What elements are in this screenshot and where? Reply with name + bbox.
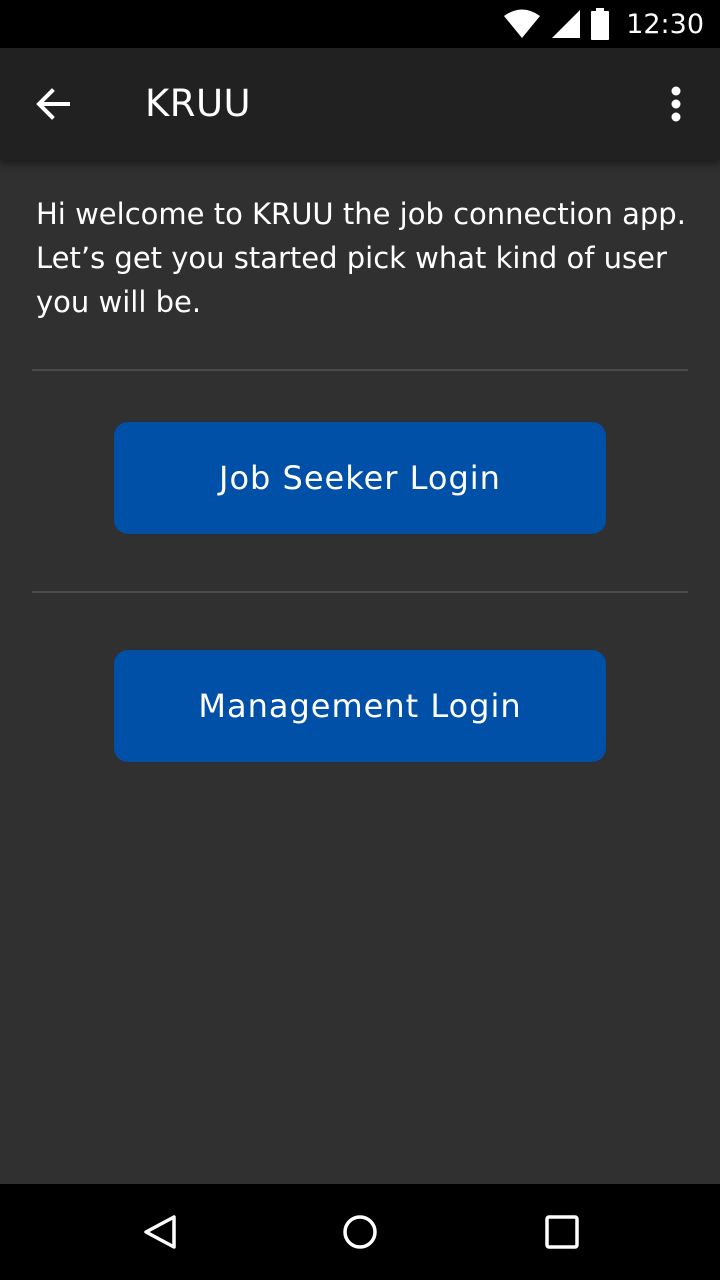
app-bar: KRUU bbox=[0, 48, 720, 160]
more-vert-icon bbox=[671, 86, 681, 122]
status-icons: 12:30 bbox=[504, 0, 704, 48]
battery-icon bbox=[591, 8, 610, 40]
back-triangle-icon bbox=[144, 1215, 176, 1249]
recents-square-icon bbox=[545, 1215, 579, 1249]
cell-signal-icon bbox=[552, 10, 581, 38]
divider bbox=[32, 591, 688, 593]
back-button[interactable] bbox=[24, 76, 80, 132]
nav-home-button[interactable] bbox=[330, 1202, 390, 1262]
management-login-button[interactable]: Management Login bbox=[114, 650, 606, 762]
divider bbox=[32, 369, 688, 371]
status-bar: 12:30 bbox=[0, 0, 720, 48]
arrow-back-icon bbox=[36, 88, 70, 120]
wifi-icon bbox=[504, 9, 541, 38]
overflow-menu-button[interactable] bbox=[656, 76, 696, 132]
status-time: 12:30 bbox=[626, 8, 704, 40]
navigation-bar bbox=[0, 1184, 720, 1280]
job-seeker-login-button[interactable]: Job Seeker Login bbox=[114, 422, 606, 534]
app-title: KRUU bbox=[145, 82, 252, 125]
nav-recents-button[interactable] bbox=[532, 1202, 592, 1262]
nav-back-button[interactable] bbox=[130, 1202, 190, 1262]
main-content: Hi welcome to KRUU the job connection ap… bbox=[0, 160, 720, 1184]
home-circle-icon bbox=[343, 1215, 377, 1249]
welcome-text: Hi welcome to KRUU the job connection ap… bbox=[36, 197, 686, 319]
